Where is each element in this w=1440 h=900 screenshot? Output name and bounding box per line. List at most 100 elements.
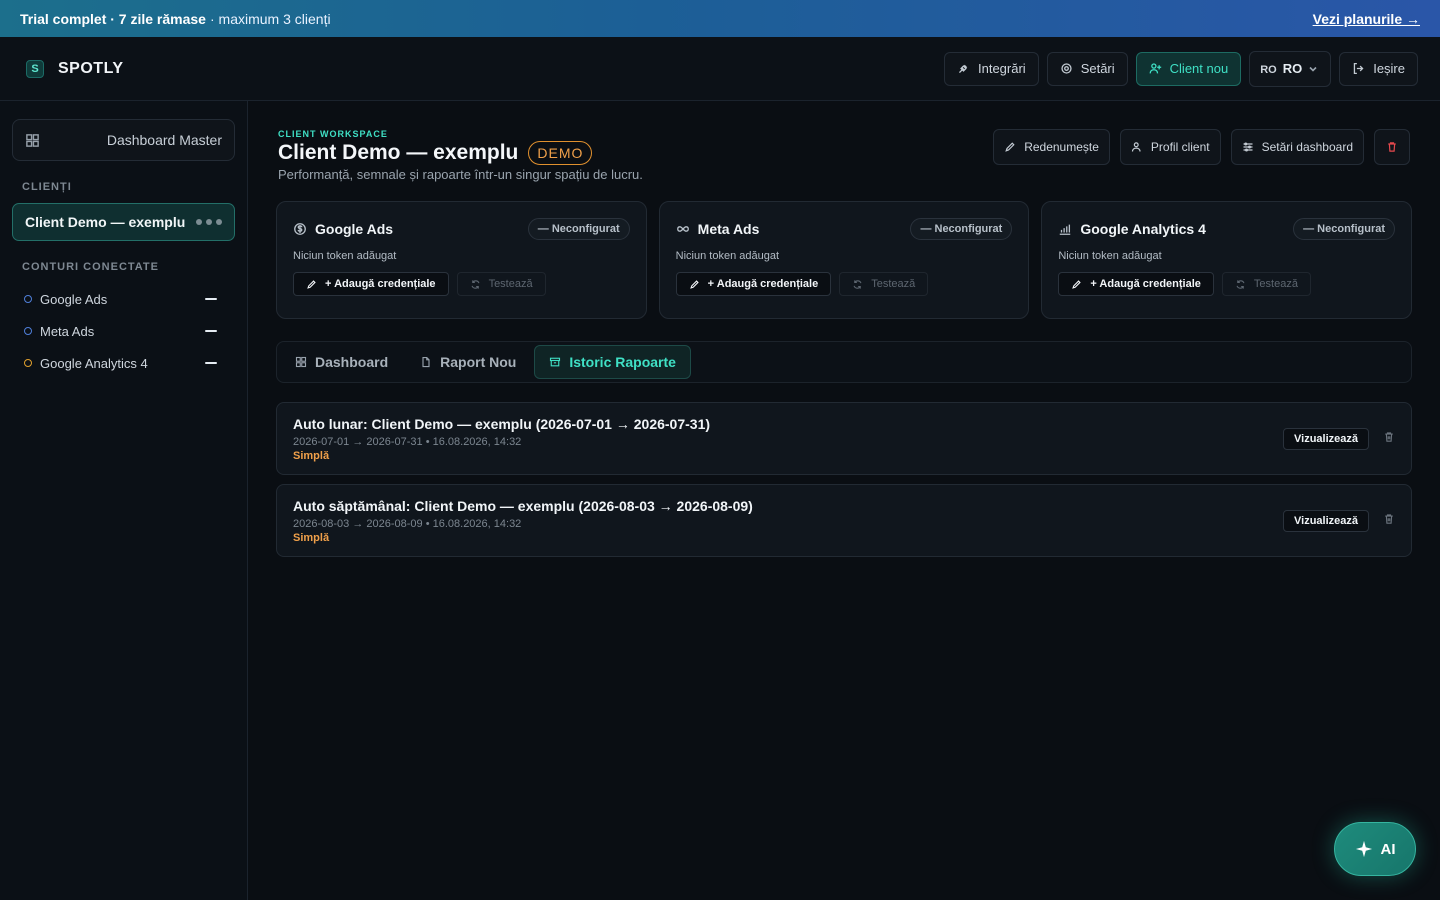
account-google-analytics[interactable]: Google Analytics 4	[12, 347, 235, 379]
clients-heading: CLIENȚI	[22, 181, 72, 193]
client-name: Client Demo — exemplu	[25, 214, 186, 230]
integration-name: Meta Ads	[697, 221, 760, 237]
brand[interactable]: S SPOTLY	[26, 59, 124, 78]
status-dot-icon	[24, 327, 32, 335]
status-badge: — Neconfigurat	[910, 218, 1013, 240]
integration-name: Google Ads	[315, 221, 394, 237]
token-status: Niciun token adăugat	[293, 250, 397, 262]
test-button[interactable]: Testează	[1221, 272, 1311, 296]
dash-icon	[205, 330, 217, 332]
integrations-button[interactable]: Integrări	[943, 51, 1039, 86]
brand-name: SPOTLY	[58, 59, 124, 77]
token-status: Niciun token adăugat	[1058, 250, 1162, 262]
token-status: Niciun token adăugat	[675, 250, 780, 262]
connected-accounts-heading: CONTURI CONECTATE	[22, 261, 159, 273]
dash-icon	[205, 298, 217, 300]
main-content: CLIENT WORKSPACE Client Demo — exemplu D…	[248, 101, 1440, 900]
ai-assistant-button[interactable]: AI	[1334, 822, 1416, 876]
gear-icon	[1061, 63, 1072, 74]
trial-banner: Trial complet · 7 zile rămase · maximum …	[0, 0, 1440, 37]
report-type: Simplă	[293, 531, 330, 544]
top-header: S SPOTLY Integrări Setări Client nou RO …	[0, 37, 1440, 101]
tab-report-history[interactable]: Istoric Rapoarte	[534, 345, 691, 379]
report-list: Auto lunar: Client Demo — exemplu (2026-…	[276, 402, 1412, 557]
sparkle-icon	[1355, 840, 1372, 858]
tab-dashboard[interactable]: Dashboard	[281, 345, 402, 379]
pencil-icon	[689, 279, 699, 289]
integration-card-google-ads: Google Ads — Neconfigurat Niciun token a…	[276, 201, 647, 319]
client-profile-button[interactable]: Profil client	[1119, 129, 1221, 165]
trash-icon	[1385, 513, 1393, 524]
integration-card-meta-ads: Meta Ads — Neconfigurat Niciun token adă…	[658, 201, 1030, 319]
workspace-header: CLIENT WORKSPACE Client Demo — exemplu D…	[278, 129, 643, 182]
delete-client-button[interactable]	[1374, 129, 1410, 165]
sidebar: Dashboard Master CLIENȚI Client Demo — e…	[0, 101, 248, 900]
analytics-chart-icon	[1060, 224, 1071, 235]
integration-name: Google Analytics 4	[1080, 221, 1206, 237]
status-badge: — Neconfigurat	[527, 218, 630, 240]
workspace-eyebrow: CLIENT WORKSPACE	[278, 129, 388, 139]
delete-report-button[interactable]	[1383, 512, 1395, 530]
more-options-icon[interactable]	[196, 219, 222, 225]
flag-icon: RO	[1260, 64, 1277, 76]
grid-icon	[295, 356, 307, 368]
test-button[interactable]: Testează	[839, 272, 929, 296]
sliders-icon	[1243, 142, 1253, 152]
logout-icon	[1353, 62, 1364, 75]
account-google-ads[interactable]: Google Ads	[12, 283, 235, 315]
brand-logo: S	[26, 59, 44, 78]
workspace-tabs: Dashboard Raport Nou Istoric Rapoarte	[276, 341, 1412, 383]
delete-report-button[interactable]	[1383, 430, 1395, 448]
trash-icon	[1388, 142, 1396, 152]
rename-button[interactable]: Redenumește	[993, 129, 1110, 165]
grid-icon	[26, 133, 39, 147]
demo-badge: DEMO	[528, 141, 593, 165]
add-credentials-button[interactable]: + Adaugă credențiale	[293, 272, 449, 296]
status-badge: — Neconfigurat	[1293, 218, 1396, 240]
pencil-icon	[307, 279, 316, 289]
chevron-down-icon	[1309, 66, 1317, 72]
account-meta-ads[interactable]: Meta Ads	[12, 315, 235, 347]
integration-card-google-analytics: Google Analytics 4 — Neconfigurat Niciun…	[1041, 201, 1413, 319]
add-credentials-button[interactable]: + Adaugă credențiale	[1058, 272, 1214, 296]
report-meta: 2026-07-01 → 2026-07-31 • 16.08.2026, 14…	[293, 435, 522, 448]
page-title: Client Demo — exemplu	[278, 141, 519, 164]
refresh-icon	[1236, 279, 1245, 289]
view-plans-link[interactable]: Vezi planurile →	[1313, 11, 1420, 27]
view-report-button[interactable]: Vizualizează	[1283, 427, 1369, 450]
trial-limit: · maximum 3 clienți	[209, 10, 331, 27]
dollar-circle-icon	[294, 223, 306, 235]
dashboard-master-label: Dashboard Master	[106, 132, 222, 148]
archive-icon	[550, 357, 561, 367]
report-meta: 2026-08-03 → 2026-08-09 • 16.08.2026, 14…	[293, 517, 522, 530]
user-icon	[1131, 142, 1141, 152]
file-icon	[422, 356, 430, 368]
trash-icon	[1385, 431, 1393, 442]
settings-button[interactable]: Setări	[1046, 51, 1128, 86]
add-credentials-button[interactable]: + Adaugă credențiale	[675, 272, 832, 296]
dashboard-master-button[interactable]: Dashboard Master	[12, 119, 235, 161]
status-dot-icon	[24, 359, 32, 367]
new-client-button[interactable]: Client nou	[1135, 51, 1242, 86]
plug-icon	[958, 64, 968, 74]
dash-icon	[205, 362, 217, 364]
dashboard-settings-button[interactable]: Setări dashboard	[1230, 129, 1364, 165]
view-report-button[interactable]: Vizualizează	[1283, 509, 1369, 532]
tab-new-report[interactable]: Raport Nou	[406, 345, 530, 379]
report-type: Simplă	[293, 449, 330, 462]
language-select[interactable]: RO RO	[1249, 50, 1332, 87]
test-button[interactable]: Testează	[456, 272, 546, 296]
list-item: Auto lunar: Client Demo — exemplu (2026-…	[276, 402, 1412, 475]
infinity-icon	[676, 226, 689, 232]
report-title: Auto lunar: Client Demo — exemplu (2026-…	[293, 415, 711, 432]
status-dot-icon	[24, 295, 32, 303]
report-title: Auto săptămânal: Client Demo — exemplu (…	[293, 497, 753, 514]
refresh-icon	[471, 279, 480, 289]
sidebar-client-item[interactable]: Client Demo — exemplu	[12, 203, 235, 241]
page-subtitle: Performanță, semnale și rapoarte într-un…	[278, 167, 643, 182]
language-code: RO	[1282, 61, 1303, 76]
user-plus-icon	[1149, 63, 1161, 74]
logout-button[interactable]: Ieșire	[1339, 51, 1418, 86]
refresh-icon	[853, 279, 862, 289]
pencil-icon	[1005, 142, 1015, 152]
